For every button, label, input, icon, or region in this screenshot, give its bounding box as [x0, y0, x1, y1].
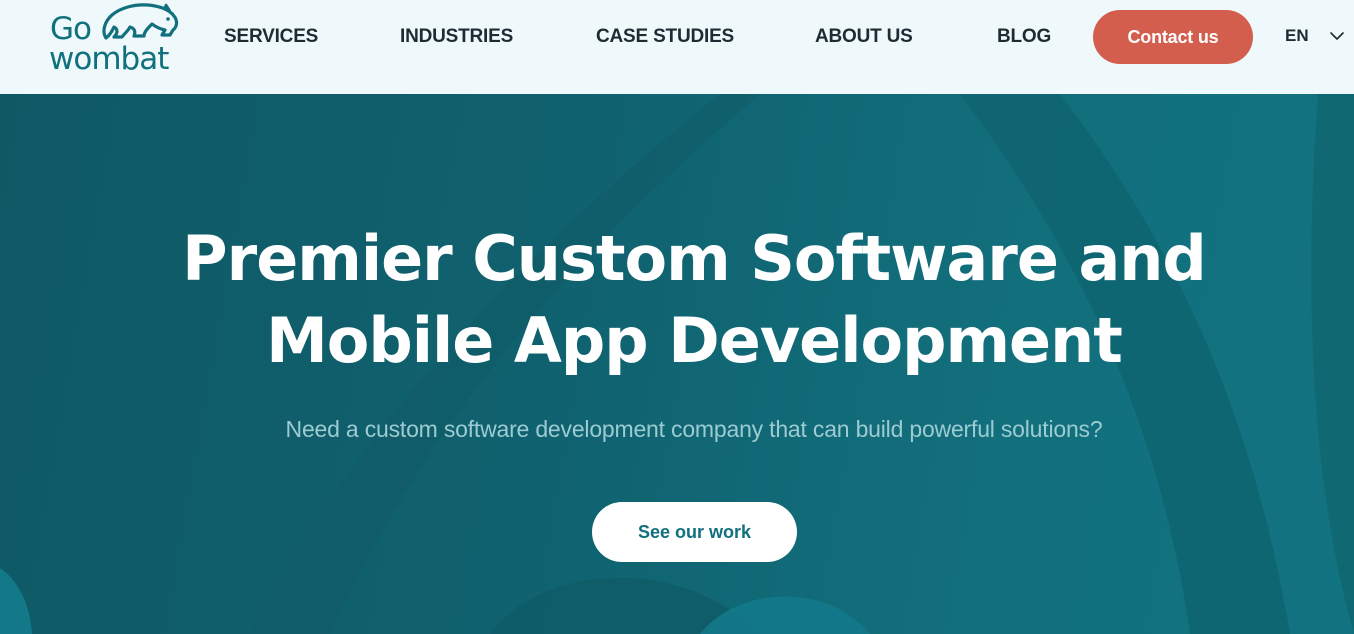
contact-us-button[interactable]: Contact us [1093, 10, 1253, 64]
bg-mound-light [700, 596, 870, 634]
wombat-icon [102, 3, 179, 40]
language-label: EN [1285, 26, 1309, 45]
hero-title: Premier Custom Software and Mobile App D… [0, 218, 1354, 382]
hero-title-line-2: Mobile App Development [266, 304, 1123, 377]
hero-title-line-1: Premier Custom Software and [182, 222, 1207, 295]
chevron-down-icon [1329, 32, 1344, 40]
language-selector[interactable]: EN [1285, 26, 1345, 46]
nav-industries[interactable]: INDUSTRIES [400, 26, 513, 48]
nav-blog[interactable]: BLOG [997, 26, 1051, 48]
site-header: Go wombat SERVICES INDUSTRIES CASE STUDI… [0, 0, 1354, 94]
nav-about-us[interactable]: ABOUT US [815, 26, 913, 48]
logo-text-wombat: wombat [49, 41, 169, 77]
see-our-work-button[interactable]: See our work [592, 502, 797, 562]
nav-services[interactable]: SERVICES [224, 26, 318, 48]
bg-circle-left [0, 568, 32, 634]
hero-section: Premier Custom Software and Mobile App D… [0, 94, 1354, 634]
nav-case-studies[interactable]: CASE STUDIES [596, 26, 734, 48]
logo-link[interactable]: Go wombat [48, 3, 188, 77]
hero-subtitle: Need a custom software development compa… [285, 416, 1103, 442]
